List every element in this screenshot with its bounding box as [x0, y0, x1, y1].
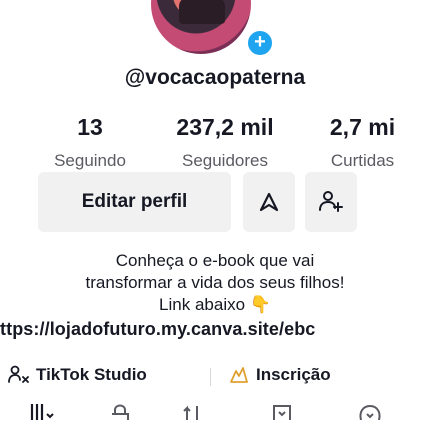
tab-videos[interactable] [22, 402, 62, 430]
tiktok-studio-button[interactable]: TikTok Studio [8, 365, 147, 385]
bookmark-icon [273, 405, 291, 420]
profile-tab-bar [0, 402, 430, 430]
subscription-icon [230, 367, 248, 383]
share-profile-button[interactable] [243, 172, 295, 232]
lock-icon [112, 404, 129, 420]
profile-bio: Conheça o e-book que vai transformar a v… [20, 250, 410, 316]
subscription-label: Inscrição [256, 365, 331, 384]
followers-count[interactable]: 237,2 mil [150, 114, 300, 141]
add-story-icon[interactable]: + [245, 28, 275, 58]
following-label[interactable]: Seguindo [40, 151, 140, 171]
add-friends-button[interactable] [305, 172, 357, 232]
likes-label[interactable]: Curtidas [310, 151, 415, 171]
edit-profile-label: Editar perfil [81, 191, 188, 212]
tab-liked[interactable] [350, 402, 390, 430]
bio-line: Link abaixo 👇 [159, 295, 271, 314]
add-user-icon [319, 191, 343, 212]
repost-icon [183, 405, 198, 420]
likes-count[interactable]: 2,7 mi [310, 114, 415, 141]
profile-username: @vocacaopaterna [124, 66, 306, 89]
liked-icon [359, 404, 381, 420]
following-count[interactable]: 13 [40, 114, 140, 141]
profile-avatar[interactable] [151, 0, 251, 54]
tab-reposts[interactable] [172, 402, 212, 430]
share-icon [259, 192, 279, 212]
tab-private[interactable] [100, 402, 140, 430]
followers-label[interactable]: Seguidores [150, 151, 300, 171]
subscription-button[interactable]: Inscrição [228, 365, 331, 385]
tools-divider [210, 368, 211, 386]
bio-line: transformar a vida dos seus filhos! [85, 273, 345, 292]
studio-icon [8, 365, 29, 383]
bio-line: Conheça o e-book que vai [115, 251, 315, 270]
grid-icon [30, 404, 54, 420]
bio-link[interactable]: ttps://lojadofuturo.my.canva.site/ebc [0, 319, 430, 340]
tiktok-studio-label: TikTok Studio [36, 365, 147, 384]
tab-favorites[interactable] [262, 402, 302, 430]
edit-profile-button[interactable]: Editar perfil [38, 172, 231, 232]
